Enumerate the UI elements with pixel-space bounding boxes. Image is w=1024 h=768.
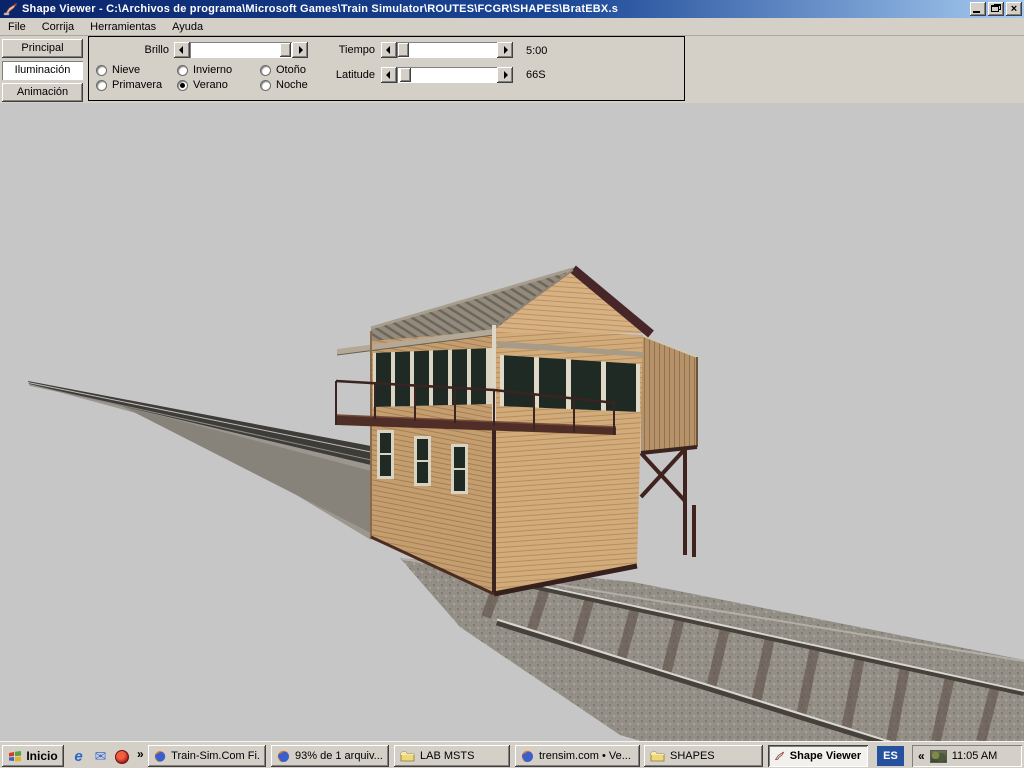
tray-app-icon[interactable] <box>930 750 947 763</box>
menu-corrija[interactable]: Corrija <box>34 19 82 35</box>
shape-viewer-icon <box>774 750 785 762</box>
radio-otono[interactable]: Otoño <box>260 63 306 77</box>
tray-collapse-chevron[interactable]: « <box>918 749 925 763</box>
opera-icon[interactable] <box>113 748 130 765</box>
latitude-label: Latitude <box>302 69 375 81</box>
radio-invierno[interactable]: Invierno <box>177 63 232 77</box>
shape-viewer-window: Shape Viewer - C:\Archivos de programa\M… <box>0 0 1024 768</box>
scroll-thumb[interactable] <box>400 68 411 82</box>
time-scrollbar <box>381 42 513 58</box>
radio-dot <box>177 65 188 76</box>
toolbar: Principal Iluminación Animación Brillo T… <box>0 36 1024 103</box>
menu-bar: File Corrija Herramientas Ayuda <box>0 18 1024 36</box>
scroll-track[interactable] <box>190 42 292 58</box>
firefox-icon <box>521 750 534 763</box>
tab-iluminacion[interactable]: Iluminación <box>2 61 83 80</box>
time-value: 5:00 <box>526 45 547 57</box>
scroll-track[interactable] <box>397 42 497 58</box>
clock: 11:05 AM <box>952 750 998 762</box>
ie-icon[interactable]: e <box>70 748 87 765</box>
lighting-panel: Brillo Tiempo 5:00 Latitude 66S <box>88 36 685 101</box>
scroll-left-button[interactable] <box>381 42 397 58</box>
start-label: Inicio <box>26 749 57 763</box>
radio-dot <box>260 65 271 76</box>
firefox-icon <box>154 750 166 763</box>
shape-viewer-icon <box>3 2 18 16</box>
window-title: Shape Viewer - C:\Archivos de programa\M… <box>22 3 618 15</box>
scroll-left-button[interactable] <box>174 42 190 58</box>
restore-button[interactable] <box>988 2 1004 16</box>
folder-icon <box>400 750 415 762</box>
title-bar[interactable]: Shape Viewer - C:\Archivos de programa\M… <box>0 0 1024 18</box>
quick-launch-overflow-chevron[interactable]: » <box>137 747 144 761</box>
folder-icon <box>650 750 665 762</box>
taskbar: Inicio e ✉ » Train-Sim.Com Fi... 93% de … <box>0 741 1024 768</box>
tab-principal[interactable]: Principal <box>2 39 83 58</box>
scroll-thumb[interactable] <box>398 43 409 57</box>
scroll-right-button[interactable] <box>497 42 513 58</box>
taskbar-task-shapes-folder[interactable]: SHAPES <box>644 745 763 767</box>
taskbar-task-lab-msts[interactable]: LAB MSTS <box>394 745 510 767</box>
radio-verano[interactable]: Verano <box>177 78 228 92</box>
radio-nieve[interactable]: Nieve <box>96 63 140 77</box>
brightness-label: Brillo <box>107 44 169 56</box>
taskbar-task-trensim[interactable]: trensim.com • Ve... <box>515 745 640 767</box>
tab-animacion[interactable]: Animación <box>2 83 83 102</box>
taskbar-task-shape-viewer[interactable]: Shape Viewer -... <box>768 745 868 767</box>
radio-noche[interactable]: Noche <box>260 78 308 92</box>
radio-dot <box>96 65 107 76</box>
menu-herramientas[interactable]: Herramientas <box>82 19 164 35</box>
scroll-right-button[interactable] <box>497 67 513 83</box>
radio-dot <box>260 80 271 91</box>
mail-icon[interactable]: ✉ <box>92 748 109 765</box>
start-button[interactable]: Inicio <box>2 745 64 767</box>
taskbar-task-download[interactable]: 93% de 1 arquiv... <box>271 745 389 767</box>
windows-logo-icon <box>8 750 22 763</box>
latitude-value: 66S <box>526 69 546 81</box>
firefox-icon <box>277 750 290 763</box>
menu-file[interactable]: File <box>0 19 34 35</box>
latitude-scrollbar <box>381 67 513 83</box>
radio-dot <box>96 80 107 91</box>
scroll-track[interactable] <box>397 67 497 83</box>
menu-ayuda[interactable]: Ayuda <box>164 19 211 35</box>
signal-box-scene <box>0 103 1024 741</box>
front-window-band <box>373 343 493 413</box>
scroll-thumb[interactable] <box>280 43 291 57</box>
time-label: Tiempo <box>302 44 375 56</box>
scroll-left-button[interactable] <box>381 67 397 83</box>
close-button[interactable]: × <box>1006 2 1022 16</box>
taskbar-task-trainsim[interactable]: Train-Sim.Com Fi... <box>148 745 266 767</box>
language-indicator[interactable]: ES <box>877 746 904 766</box>
system-tray: « 11:05 AM <box>912 745 1022 767</box>
radio-dot <box>177 80 188 91</box>
minimize-button[interactable] <box>970 2 986 16</box>
brightness-scrollbar <box>174 42 308 58</box>
radio-primavera[interactable]: Primavera <box>96 78 162 92</box>
3d-viewport[interactable] <box>0 103 1024 741</box>
